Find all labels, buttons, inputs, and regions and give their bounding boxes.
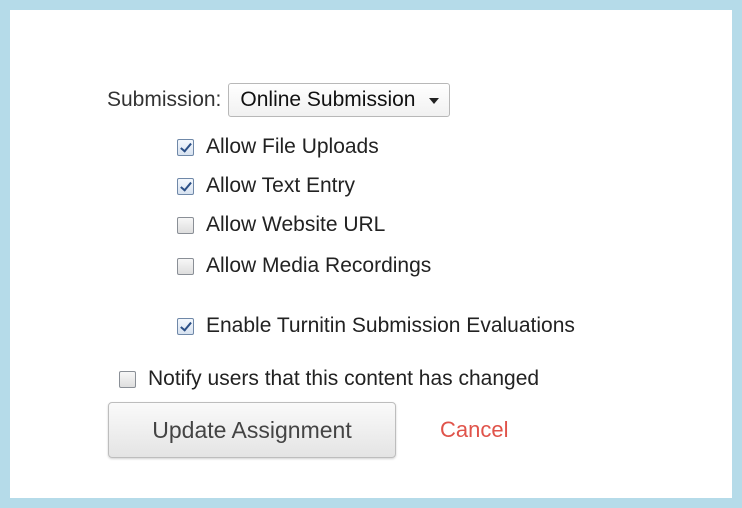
option-label: Allow File Uploads (206, 135, 379, 158)
option-label: Allow Media Recordings (206, 254, 432, 277)
option-enable-turnitin[interactable]: Enable Turnitin Submission Evaluations (177, 314, 575, 338)
notify-label: Notify users that this content has chang… (148, 367, 540, 390)
submission-type-value: Online Submission (240, 88, 416, 111)
option-notify-users[interactable]: Notify users that this content has chang… (119, 367, 539, 391)
update-assignment-button[interactable]: Update Assignment (108, 402, 396, 458)
option-label: Allow Website URL (206, 213, 386, 236)
allow-media-recordings-checkbox[interactable] (177, 257, 194, 275)
allow-website-url-checkbox[interactable] (177, 216, 194, 234)
cancel-link[interactable]: Cancel (440, 417, 508, 443)
assignment-settings-panel: Submission: Online Submission Allow File… (10, 10, 732, 498)
option-allow-media-recordings[interactable]: Allow Media Recordings (177, 254, 431, 278)
turnitin-label: Enable Turnitin Submission Evaluations (206, 314, 575, 337)
submission-row: Submission: Online Submission (107, 83, 451, 117)
allow-file-uploads-checkbox[interactable] (177, 138, 194, 156)
option-allow-file-uploads[interactable]: Allow File Uploads (177, 135, 379, 159)
enable-turnitin-checkbox[interactable] (177, 317, 194, 335)
dropdown-caret-icon (429, 98, 440, 104)
submission-type-select[interactable]: Online Submission (228, 83, 451, 117)
option-allow-website-url[interactable]: Allow Website URL (177, 213, 385, 237)
option-label: Allow Text Entry (206, 174, 355, 197)
option-allow-text-entry[interactable]: Allow Text Entry (177, 174, 355, 198)
allow-text-entry-checkbox[interactable] (177, 177, 194, 195)
submission-label: Submission: (107, 88, 222, 111)
notify-users-checkbox[interactable] (119, 370, 136, 388)
